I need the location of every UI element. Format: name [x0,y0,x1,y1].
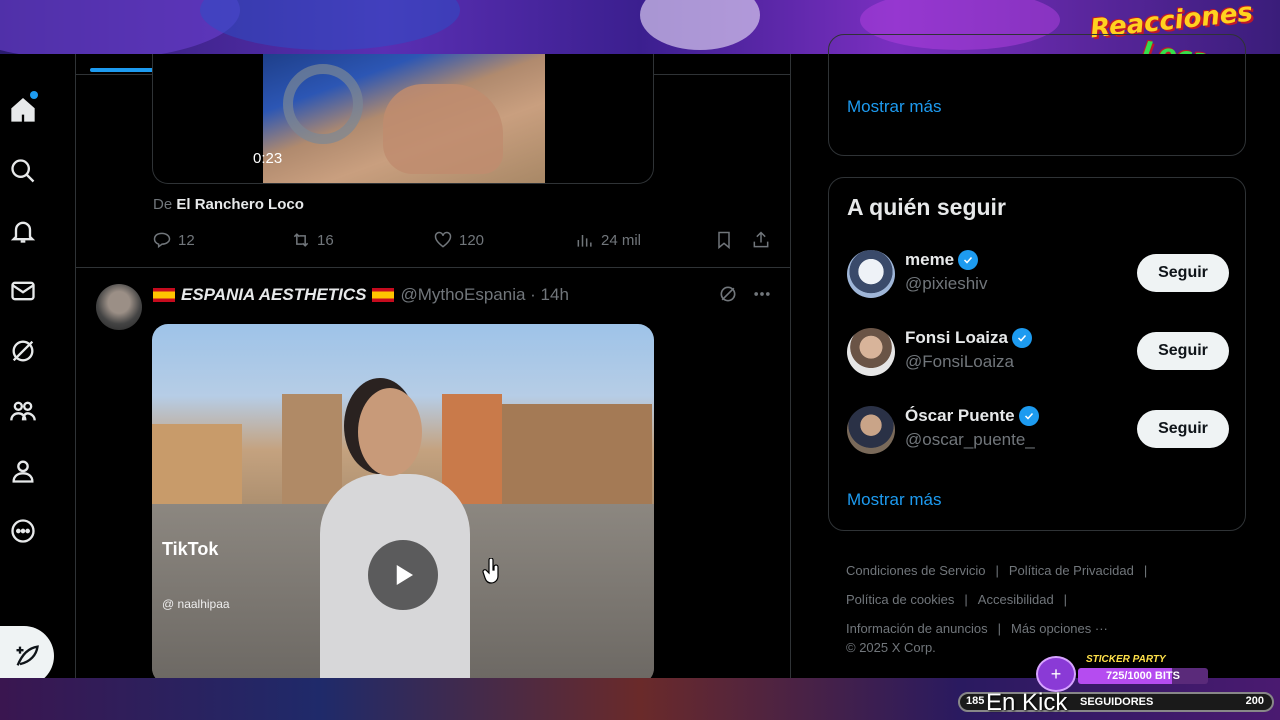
who-to-follow: A quién seguir meme @pixieshiv Seguir Fo… [828,177,1246,531]
more-options-icon[interactable] [752,284,772,304]
home-icon[interactable] [8,95,38,125]
heart-icon: + [1036,656,1076,692]
timeline-feed: 0:23 De El Ranchero Loco 12 16 120 24 mi… [76,54,791,678]
followers-goal: 200 [1245,695,1264,707]
show-more-link[interactable]: Mostrar más [847,490,941,510]
copyright: © 2025 X Corp. [846,640,936,655]
video-duration: 0:23 [253,150,283,167]
sticker-progress: 725/1000 BITS [1078,668,1208,684]
more-icon[interactable] [8,516,38,546]
tiktok-handle: @ naalhipaa [162,597,230,611]
spain-flag-icon [372,288,395,302]
author-handle[interactable]: @MythoEspania · 14h [400,285,568,305]
trends-box: Mostrar más [828,34,1246,156]
views-icon [577,235,592,247]
avatar[interactable] [847,328,895,376]
reply-icon [153,232,171,249]
terms-link[interactable]: Condiciones de Servicio [846,563,985,578]
sticker-party-widget: + STICKER PARTY 725/1000 BITS [1036,654,1208,692]
suggestion-name[interactable]: meme [905,250,954,270]
notification-dot [30,91,38,99]
views-button[interactable]: 24 mil [575,230,641,250]
heart-icon [434,231,452,248]
followers-label: SEGUIDORES [1080,696,1154,708]
retweet-button[interactable]: 16 [291,230,334,250]
bookmark-button[interactable] [714,230,734,250]
hand-cursor-icon [482,558,499,584]
avatar[interactable] [96,284,142,330]
suggestion-name[interactable]: Fonsi Loaiza [905,328,1008,348]
sticker-title: STICKER PARTY [1086,654,1166,665]
tiktok-watermark: TikTok [162,539,219,559]
tweet-actions: 12 16 120 24 mil [152,230,772,254]
verified-badge-icon [1011,328,1032,348]
suggestion-row[interactable]: meme @pixieshiv Seguir [847,244,1229,304]
tweet-tools [718,284,772,304]
suggestion-row[interactable]: Fonsi Loaiza @FonsiLoaiza Seguir [847,322,1229,382]
active-tab-indicator [90,68,156,72]
retweet-icon [293,233,309,247]
kick-label: En Kick [986,689,1068,716]
suggestion-handle: @oscar_puente_ [905,430,1035,449]
tweet-header: ESPANIA AESTHETICS @MythoEspania · 14h [153,285,569,305]
search-icon[interactable] [8,156,38,186]
avatar[interactable] [847,250,895,298]
avatar[interactable] [847,406,895,454]
followers-current: 185 [966,695,985,707]
play-icon [396,565,413,585]
verified-badge-icon [1018,406,1039,426]
show-more-link[interactable]: Mostrar más [847,97,941,117]
communities-icon[interactable] [8,396,38,426]
suggestion-handle: @FonsiLoaiza [905,352,1014,371]
tweet-video[interactable]: 0:23 [152,54,654,184]
sidebar [0,54,76,686]
suggestion-name[interactable]: Óscar Puente [905,406,1015,426]
compose-icon [16,645,39,666]
share-icon [753,231,769,248]
compose-button[interactable] [0,626,54,686]
right-sidebar: Mostrar más A quién seguir meme @pixiesh… [792,34,1280,678]
suggestion-handle: @pixieshiv [905,274,988,293]
reply-button[interactable]: 12 [152,230,195,250]
tweet-video[interactable]: TikTok @ naalhipaa [152,324,654,678]
grok-icon[interactable] [8,336,38,366]
notifications-icon[interactable] [8,216,38,246]
cookies-link[interactable]: Política de cookies [846,592,954,607]
source-author-link[interactable]: El Ranchero Loco [176,196,304,213]
messages-icon[interactable] [8,276,38,306]
follow-button[interactable]: Seguir [1137,332,1229,370]
grok-icon[interactable] [718,284,738,304]
privacy-link[interactable]: Política de Privacidad [1009,563,1134,578]
like-button[interactable]: 120 [433,230,484,250]
bookmark-icon [718,231,730,250]
video-source: De El Ranchero Loco [153,196,304,213]
spain-flag-icon [153,288,175,302]
share-button[interactable] [751,230,771,250]
suggestion-row[interactable]: Óscar Puente @oscar_puente_ Seguir [847,400,1229,460]
ads-info-link[interactable]: Información de anuncios [846,621,988,636]
section-title: A quién seguir [847,194,1006,220]
follow-button[interactable]: Seguir [1137,254,1229,292]
play-button[interactable] [368,540,438,610]
more-options-link[interactable]: Más opciones ··· [1011,621,1108,636]
profile-icon[interactable] [8,456,38,486]
footer-links: Condiciones de Servicio | Política de Priv… [846,563,1148,636]
follow-button[interactable]: Seguir [1137,410,1229,448]
author-name[interactable]: ESPANIA AESTHETICS [181,285,366,305]
accessibility-link[interactable]: Accesibilidad [978,592,1054,607]
verified-badge-icon [958,250,979,270]
